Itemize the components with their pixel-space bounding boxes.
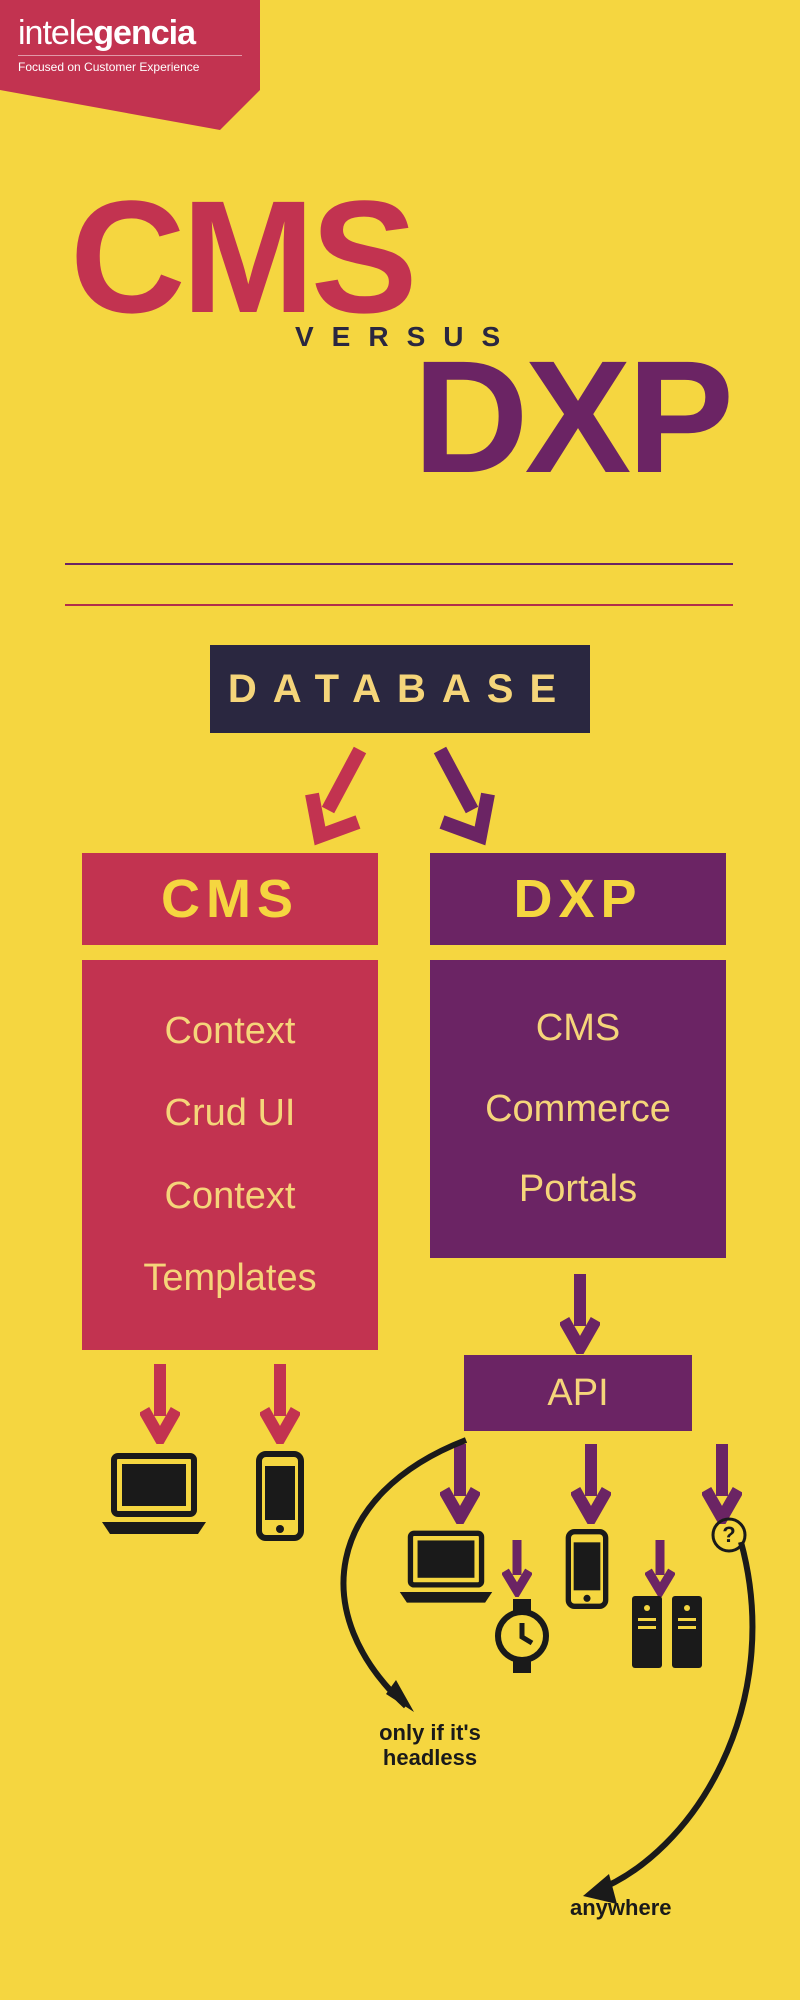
database-box: DATABASE (210, 645, 590, 733)
arrow-api-small-icon (502, 1537, 532, 1597)
divider-bottom (65, 604, 733, 606)
arrow-api-out-icon (571, 1440, 611, 1524)
laptop-icon (100, 1450, 208, 1540)
note-headless: only if it's headless (350, 1720, 510, 1771)
dxp-item: Commerce (485, 1088, 671, 1131)
arrow-db-to-cms-icon (300, 740, 380, 850)
cms-header: CMS (82, 853, 378, 945)
brand-bold: gencia (93, 14, 195, 52)
watch-icon (493, 1597, 551, 1675)
arrow-dxp-to-api-icon (560, 1270, 600, 1354)
curve-arrow-anywhere-icon (555, 1524, 775, 1914)
dxp-item: CMS (536, 1007, 620, 1050)
brand-banner: intelegencia Focused on Customer Experie… (0, 0, 260, 90)
dxp-item: Portals (519, 1168, 637, 1211)
arrow-db-to-dxp-icon (420, 740, 500, 850)
cms-item: Crud UI (165, 1092, 296, 1135)
brand-prefix: intele (18, 14, 93, 52)
title-block: CMS VERSUS DXP (70, 185, 730, 489)
divider-top (65, 563, 733, 565)
arrow-api-out-icon (702, 1440, 742, 1524)
note-anywhere: anywhere (570, 1895, 672, 1921)
dxp-body: CMS Commerce Portals (430, 960, 726, 1258)
cms-item: Context (165, 1175, 296, 1218)
title-cms: CMS (70, 185, 730, 329)
brand-tagline: Focused on Customer Experience (18, 55, 242, 74)
dxp-header: DXP (430, 853, 726, 945)
cms-item: Templates (143, 1257, 316, 1300)
brand-name: intelegencia (18, 14, 242, 53)
curve-arrow-headless-icon (296, 1434, 496, 1734)
brand-text: intelegencia Focused on Customer Experie… (0, 0, 260, 88)
arrow-cms-to-laptop-icon (140, 1360, 180, 1444)
arrow-cms-to-phone-icon (260, 1360, 300, 1444)
cms-item: Context (165, 1010, 296, 1053)
cms-body: Context Crud UI Context Templates (82, 960, 378, 1350)
api-box: API (464, 1355, 692, 1431)
title-dxp: DXP (70, 345, 730, 489)
